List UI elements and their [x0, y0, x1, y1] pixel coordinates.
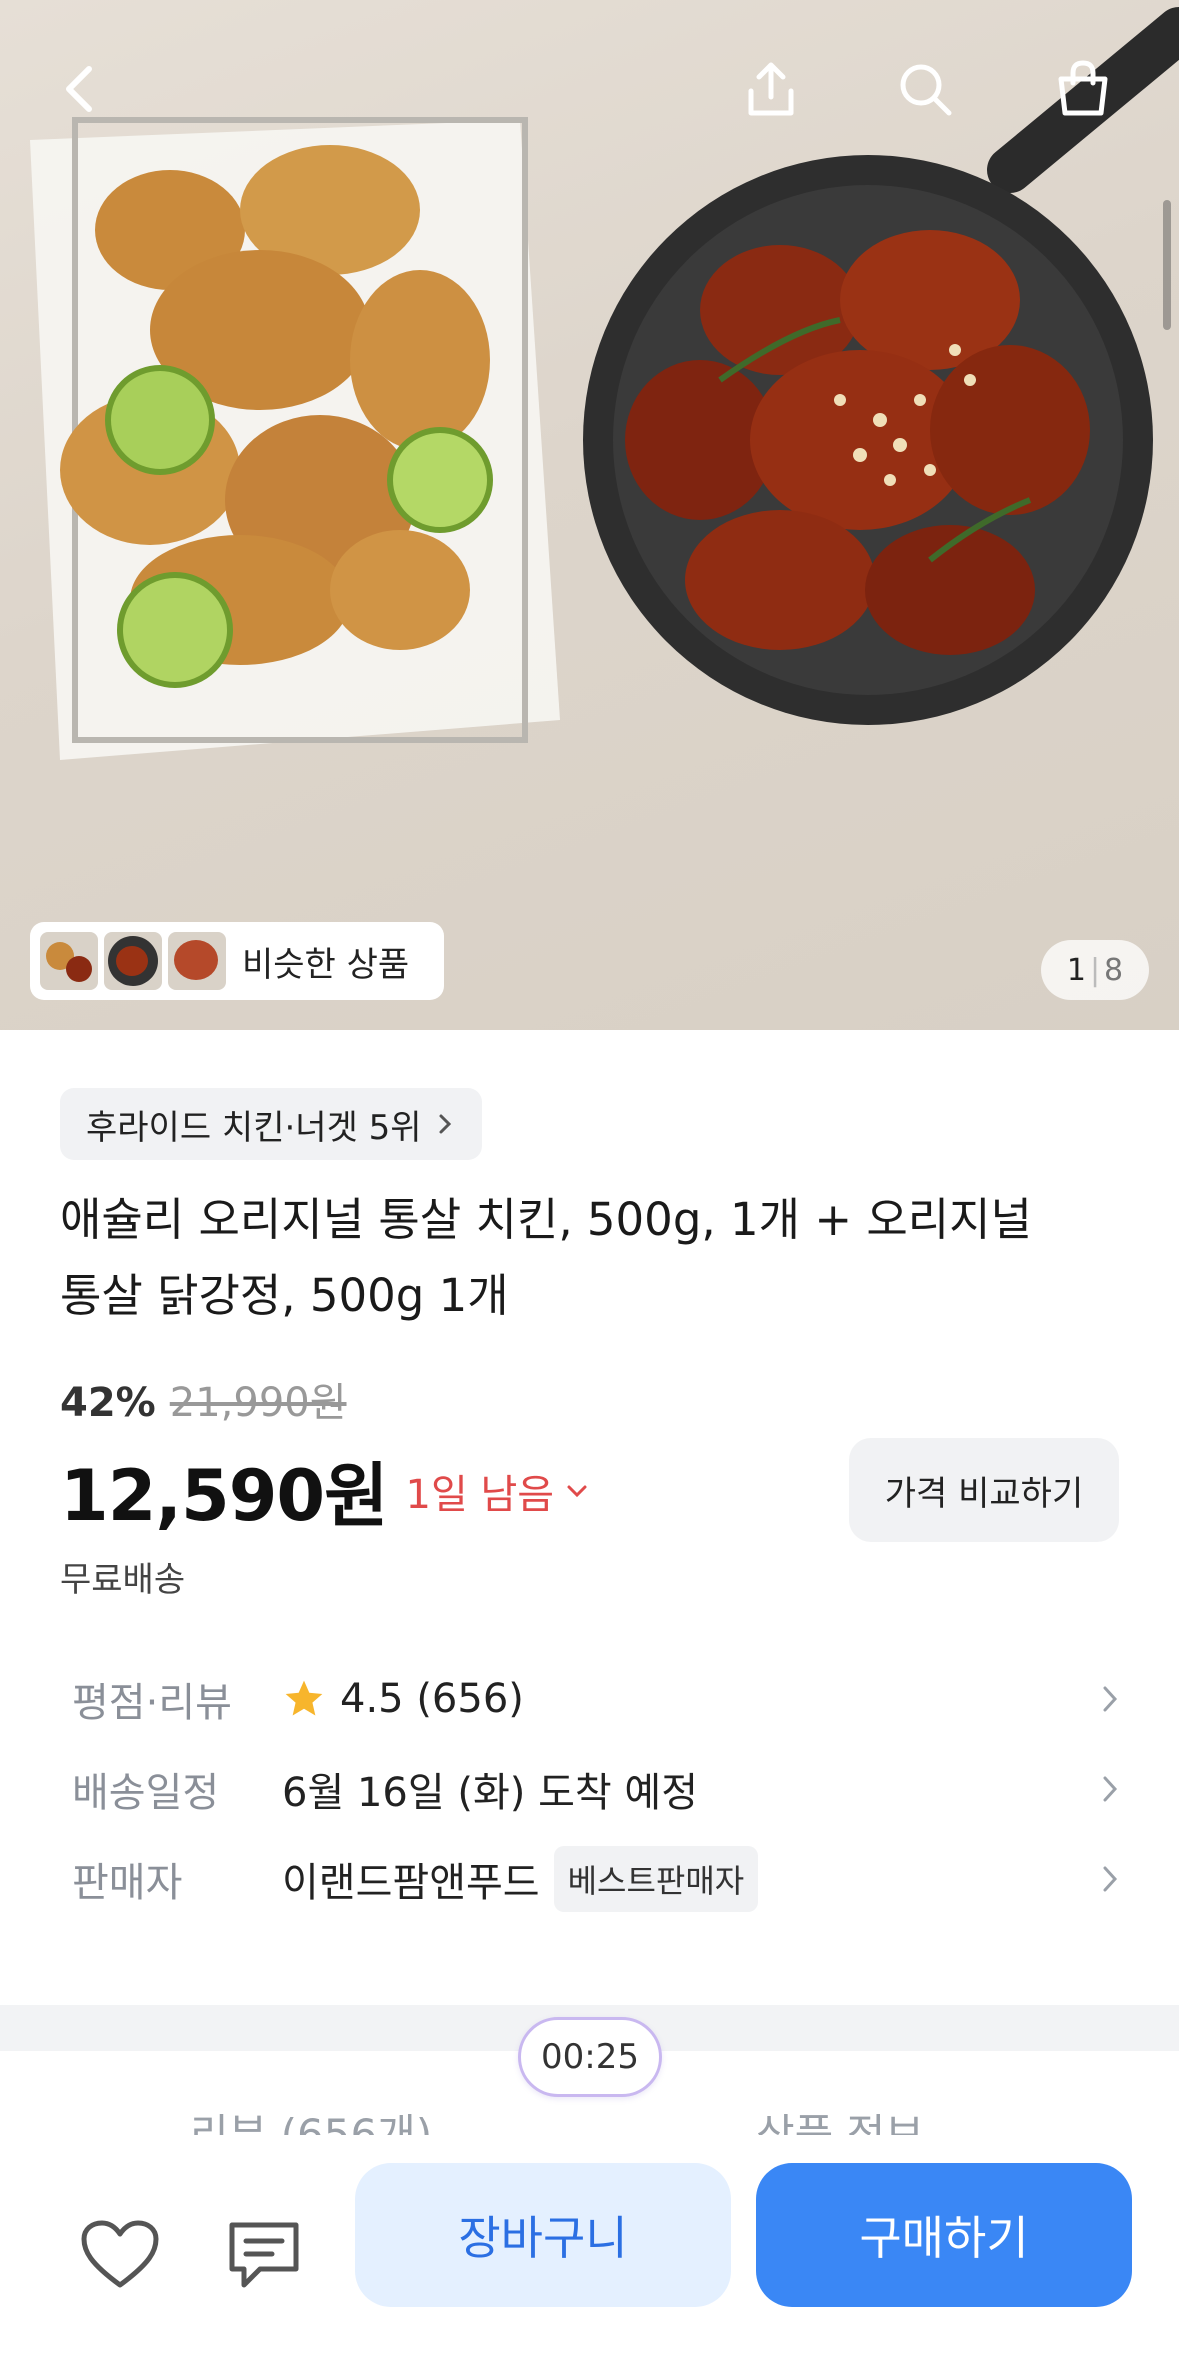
deal-time-left[interactable]: 1일 남음 — [406, 1462, 591, 1520]
share-icon — [748, 62, 794, 116]
similar-thumb — [104, 932, 162, 990]
similar-products-button[interactable]: 비슷한 상품 — [30, 922, 444, 1000]
discount-row: 42% 21,990원 — [60, 1370, 347, 1428]
product-image[interactable]: 비슷한 상품 1 | 8 — [0, 0, 1179, 1030]
chevron-right-icon — [439, 1114, 451, 1134]
shopping-bag-icon — [1058, 60, 1108, 116]
pager-current: 1 — [1066, 952, 1086, 988]
product-title: 애슐리 오리지널 통살 치킨, 500g, 1개 + 오리지널 통살 닭강정, … — [60, 1182, 1120, 1334]
rating-review-row[interactable]: 평점·리뷰 4.5 (656) — [72, 1664, 1122, 1734]
similar-thumb — [168, 932, 226, 990]
share-button[interactable] — [726, 44, 816, 134]
compare-price-button[interactable]: 가격 비교하기 — [849, 1438, 1119, 1542]
best-seller-badge: 베스트판매자 — [553, 1846, 759, 1912]
delivery-label: 배송일정 — [72, 1770, 220, 1816]
original-price: 21,990원 — [169, 1380, 347, 1426]
pager-total: 8 — [1104, 952, 1124, 988]
delivery-schedule-row[interactable]: 배송일정 6월 16일 (화) 도착 예정 — [72, 1754, 1122, 1824]
search-icon — [900, 64, 952, 116]
scroll-indicator[interactable] — [1163, 200, 1171, 330]
seller-name: 이랜드팜앤푸드 — [282, 1860, 540, 1906]
rating-label: 평점·리뷰 — [72, 1680, 232, 1726]
back-button[interactable] — [36, 44, 126, 134]
product-title-line: 통살 닭강정, 500g 1개 — [60, 1269, 509, 1322]
image-pager: 1 | 8 — [1041, 940, 1149, 1000]
similar-products-label: 비슷한 상품 — [242, 944, 410, 985]
chevron-right-icon — [1103, 1776, 1118, 1802]
seller-row[interactable]: 판매자 이랜드팜앤푸드 베스트판매자 — [72, 1844, 1122, 1914]
rating-value: 4.5 (656) — [340, 1676, 524, 1722]
chat-icon — [229, 2222, 299, 2288]
product-photo — [30, 7, 1179, 760]
search-button[interactable] — [880, 44, 970, 134]
chevron-left-icon — [66, 66, 92, 112]
seller-label: 판매자 — [72, 1860, 183, 1906]
wishlist-button[interactable] — [72, 2207, 168, 2303]
discount-percent: 42% — [60, 1380, 156, 1426]
category-rank-chip[interactable]: 후라이드 치킨·너겟 5위 — [60, 1088, 482, 1160]
timer-badge: 00:25 — [518, 2017, 662, 2097]
price-row: 12,590원 1일 남음 — [60, 1440, 590, 1541]
chevron-right-icon — [1103, 1686, 1118, 1712]
sale-price: 12,590원 — [60, 1455, 389, 1537]
product-title-line: 애슐리 오리지널 통살 치킨, 500g, 1개 + 오리지널 — [60, 1193, 1032, 1246]
star-icon — [285, 1680, 323, 1716]
category-rank-label: 후라이드 치킨·너겟 5위 — [86, 1107, 422, 1148]
delivery-value: 6월 16일 (화) 도착 예정 — [282, 1770, 699, 1816]
cart-button[interactable] — [1038, 44, 1128, 134]
deal-time-left-label: 1일 남음 — [405, 1471, 555, 1518]
shipping-info: 무료배송 — [60, 1560, 186, 1600]
inquiry-button[interactable] — [216, 2207, 312, 2303]
heart-icon — [81, 2220, 159, 2288]
similar-thumb — [40, 932, 98, 990]
bottom-action-bar: 장바구니 구매하기 — [0, 2135, 1179, 2369]
chevron-right-icon — [1103, 1866, 1118, 1892]
add-to-cart-button[interactable]: 장바구니 — [355, 2163, 731, 2307]
buy-now-button[interactable]: 구매하기 — [756, 2163, 1132, 2307]
chevron-down-icon — [567, 1485, 587, 1497]
